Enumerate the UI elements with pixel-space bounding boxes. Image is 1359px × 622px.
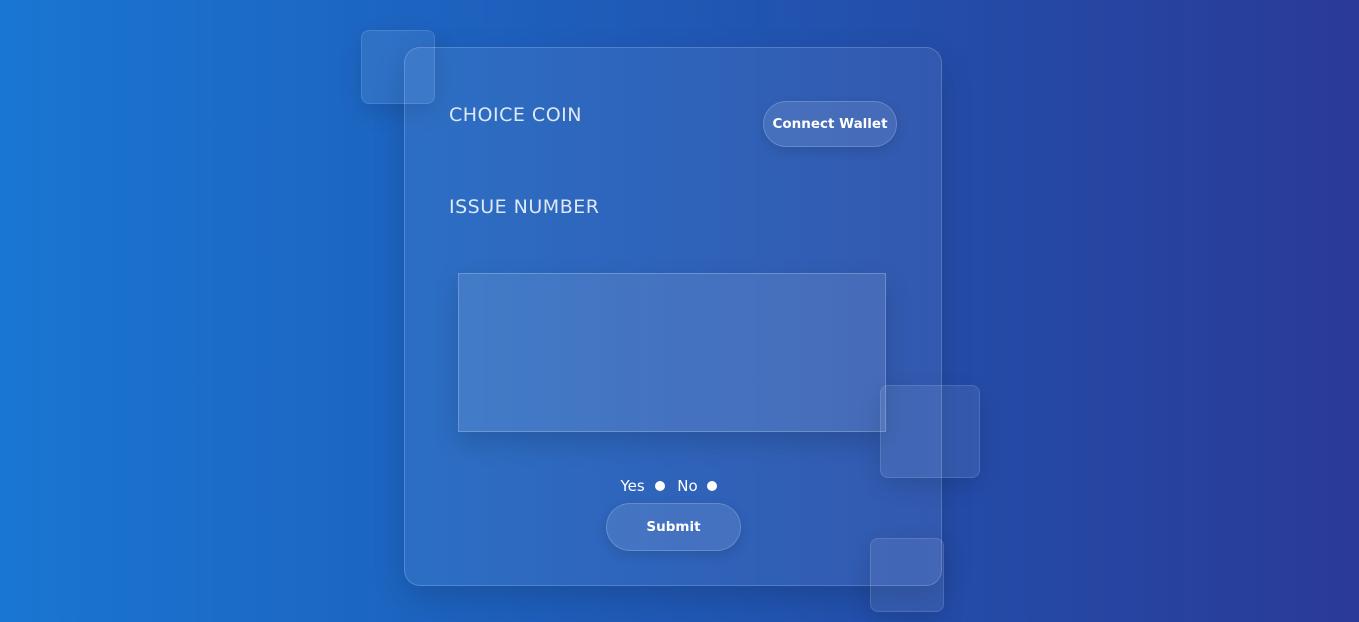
- yes-radio[interactable]: [654, 480, 665, 491]
- decorative-square-bottom-right: [870, 538, 944, 612]
- issue-text-area[interactable]: [458, 273, 886, 432]
- connect-wallet-button[interactable]: Connect Wallet: [763, 101, 897, 147]
- vote-options: Yes No: [405, 476, 941, 495]
- voting-card: CHOICE COIN Connect Wallet ISSUE NUMBER …: [404, 47, 942, 586]
- brand-title: CHOICE COIN: [449, 104, 582, 126]
- no-label: No: [677, 476, 698, 495]
- yes-label: Yes: [620, 476, 645, 495]
- submit-button[interactable]: Submit: [606, 503, 741, 551]
- no-radio[interactable]: [707, 480, 718, 491]
- decorative-square-right: [880, 385, 980, 478]
- issue-number-title: ISSUE NUMBER: [449, 196, 600, 218]
